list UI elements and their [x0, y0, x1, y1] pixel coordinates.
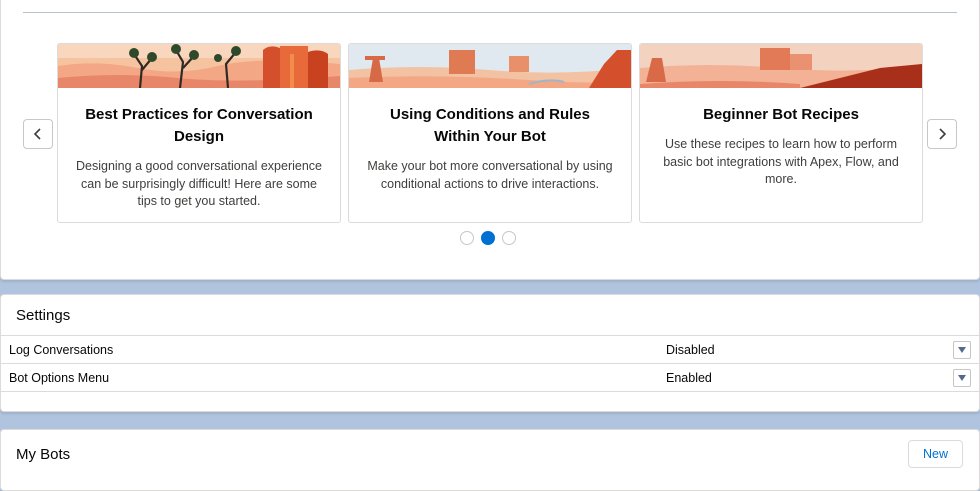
setting-label: Log Conversations [9, 343, 114, 357]
desert-banner-image [349, 44, 631, 88]
desert-banner-image [640, 44, 922, 88]
setting-value: Disabled [666, 343, 715, 357]
my-bots-heading: My Bots [16, 446, 71, 463]
chevron-right-icon [939, 128, 947, 140]
carousel-pagination [460, 231, 516, 245]
card-title: Best Practices for Conversation Design [85, 106, 313, 145]
my-bots-panel: My Bots New [0, 429, 980, 491]
carousel-next-button[interactable] [927, 119, 957, 149]
card-title: Using Conditions and Rules Within Your B… [389, 106, 590, 145]
row-actions-dropdown[interactable] [953, 369, 971, 387]
carousel-card[interactable]: Using Conditions and Rules Within Your B… [348, 43, 632, 223]
caret-down-icon [958, 347, 966, 353]
settings-heading: Settings [16, 307, 71, 324]
desert-banner-image [58, 44, 340, 88]
card-description: Make your bot more conversational by usi… [367, 159, 613, 191]
row-actions-dropdown[interactable] [953, 341, 971, 359]
chevron-left-icon [33, 128, 41, 140]
settings-row-bot-options-menu: Bot Options Menu Enabled [1, 363, 979, 392]
carousel-dot-2[interactable] [481, 231, 495, 245]
carousel-previous-button[interactable] [23, 119, 53, 149]
card-description: Designing a good conversational experien… [76, 159, 322, 208]
carousel-dot-3[interactable] [502, 231, 516, 245]
settings-row-log-conversations: Log Conversations Disabled [1, 335, 979, 363]
new-bot-button[interactable]: New [908, 440, 963, 468]
carousel-dot-1[interactable] [460, 231, 474, 245]
card-title: Beginner Bot Recipes [703, 106, 859, 123]
card-description: Use these recipes to learn how to perfor… [663, 137, 899, 186]
settings-panel: Settings Log Conversations Disabled Bot … [0, 294, 980, 412]
divider [23, 12, 957, 13]
carousel-card[interactable]: Best Practices for Conversation Design D… [57, 43, 341, 223]
carousel-card[interactable]: Beginner Bot Recipes Use these recipes t… [639, 43, 923, 223]
tips-carousel-panel: Best Practices for Conversation Design D… [0, 0, 980, 280]
setting-value: Enabled [666, 371, 712, 385]
caret-down-icon [958, 375, 966, 381]
setting-label: Bot Options Menu [9, 371, 110, 385]
